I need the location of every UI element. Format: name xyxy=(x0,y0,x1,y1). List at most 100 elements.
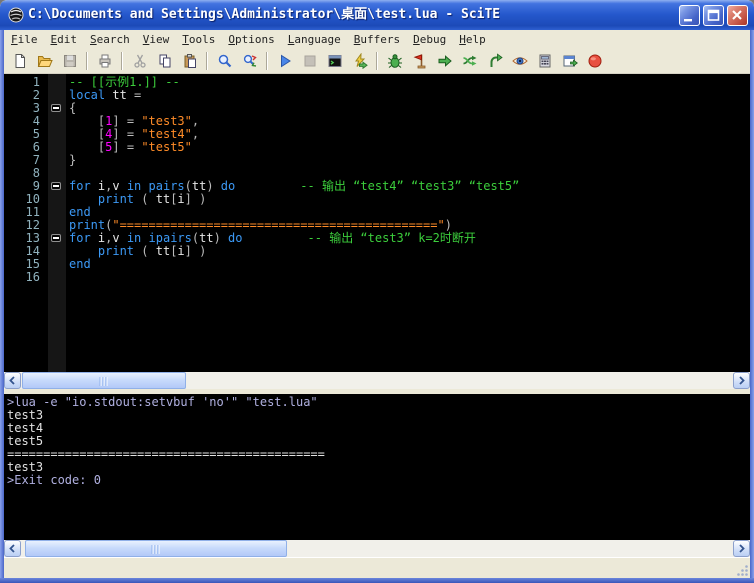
line-number: 1 xyxy=(32,75,40,89)
window-frame-right xyxy=(750,30,754,583)
toolbar-separator xyxy=(86,51,88,70)
menu-item-edit[interactable]: Edit xyxy=(51,33,78,46)
status-bar: Ln: 9 Col: 33 Sel: 0 | Saved: 2012-01-30… xyxy=(4,557,750,583)
maximize-icon xyxy=(707,9,720,21)
code-text: [5] = "test5" xyxy=(97,140,192,154)
editor-line-6[interactable]: 6 [5] = "test5" xyxy=(4,141,750,154)
line-number: 6 xyxy=(32,140,40,154)
editor-hscroll-thumb[interactable] xyxy=(22,372,186,389)
toolbar-separator xyxy=(376,51,378,70)
minimize-icon xyxy=(684,19,692,22)
window-frame-left xyxy=(0,30,4,583)
fold-cell xyxy=(48,271,66,284)
replace-icon xyxy=(243,54,257,67)
save-file-button[interactable] xyxy=(57,50,82,72)
run-button[interactable] xyxy=(272,50,297,72)
copy-icon xyxy=(159,54,170,67)
output-pane[interactable]: >lua -e "io.stdout:setvbuf 'no'" "test.l… xyxy=(4,394,750,540)
fold-cell xyxy=(48,102,66,115)
scite-app-icon[interactable] xyxy=(8,7,24,23)
compile-button[interactable] xyxy=(347,50,372,72)
fold-cell xyxy=(48,115,66,128)
fold-cell xyxy=(48,128,66,141)
fold-collapse-marker[interactable] xyxy=(51,104,61,112)
cut-icon xyxy=(133,54,146,68)
fold-cell xyxy=(48,141,66,154)
editor-hscrollbar[interactable] xyxy=(4,372,750,389)
scroll-left-button[interactable] xyxy=(4,372,21,389)
output-text-line: test3 xyxy=(7,408,44,422)
print-button[interactable] xyxy=(92,50,117,72)
open-file-button[interactable] xyxy=(32,50,57,72)
paste-button[interactable] xyxy=(177,50,202,72)
editor-line-15[interactable]: 15 end xyxy=(4,258,750,271)
stop-button[interactable] xyxy=(297,50,322,72)
line-number: 7 xyxy=(32,153,40,167)
fold-cell xyxy=(48,258,66,271)
fold-cell xyxy=(48,89,66,102)
close-button[interactable] xyxy=(727,5,748,26)
fold-collapse-marker[interactable] xyxy=(51,182,61,190)
registers-icon xyxy=(539,54,550,67)
fold-cell xyxy=(48,219,66,232)
find-button[interactable] xyxy=(212,50,237,72)
line-number: 5 xyxy=(32,127,40,141)
fold-collapse-marker[interactable] xyxy=(51,234,61,242)
new-file-icon xyxy=(15,53,25,68)
client-area: File Edit Search View Tools Options Language Bu… xyxy=(4,30,750,583)
output-hscroll-thumb[interactable] xyxy=(25,540,287,557)
scroll-right-button[interactable] xyxy=(733,372,750,389)
window-frame-bottom xyxy=(0,578,754,583)
editor-line-2[interactable]: 2 local tt = xyxy=(4,89,750,102)
step-button[interactable] xyxy=(432,50,457,72)
editor-line-10[interactable]: 10 print ( tt[i] ) xyxy=(4,193,750,206)
output-hscrollbar[interactable] xyxy=(4,540,750,557)
fold-cell xyxy=(48,76,66,89)
menu-item-language[interactable]: Language xyxy=(288,33,341,46)
inspect-button[interactable] xyxy=(507,50,532,72)
fold-cell xyxy=(48,193,66,206)
editor-line-16[interactable]: 16 xyxy=(4,271,750,284)
minimize-button[interactable] xyxy=(679,5,700,26)
breakpoint-button[interactable] xyxy=(407,50,432,72)
output-text-line: test4 xyxy=(7,421,44,435)
editor-pane[interactable]: 1 -- [[示例1.]] -- 2 local tt = 3{4 [1] = "tes… xyxy=(4,74,750,372)
paste-icon xyxy=(184,53,196,68)
title-bar[interactable]: C:\Documents and Settings\Administrator\… xyxy=(0,0,754,30)
scroll-right-button[interactable] xyxy=(733,540,750,557)
registers-button[interactable] xyxy=(532,50,557,72)
debug-output-button[interactable] xyxy=(557,50,582,72)
editor-line-14[interactable]: 14 print ( tt[i] ) xyxy=(4,245,750,258)
step-out-button[interactable] xyxy=(482,50,507,72)
step-over-button[interactable] xyxy=(457,50,482,72)
menu-item-options[interactable]: Options xyxy=(228,33,274,46)
replace-button[interactable] xyxy=(237,50,262,72)
cut-button[interactable] xyxy=(127,50,152,72)
resize-grip[interactable] xyxy=(735,563,749,577)
maximize-button[interactable] xyxy=(703,5,724,26)
menu-item-search[interactable]: Search xyxy=(90,33,130,46)
editor-line-7[interactable]: 7} xyxy=(4,154,750,167)
scroll-left-icon xyxy=(9,544,15,553)
scroll-thumb-grip xyxy=(151,545,161,554)
copy-button[interactable] xyxy=(152,50,177,72)
menu-item-debug[interactable]: Debug xyxy=(413,33,446,46)
console-button[interactable] xyxy=(322,50,347,72)
fold-cell xyxy=(48,245,66,258)
line-number: 2 xyxy=(32,88,40,102)
menu-bar: File Edit Search View Tools Options Language Bu… xyxy=(4,30,750,48)
debug-start-button[interactable] xyxy=(382,50,407,72)
menu-item-file[interactable]: File xyxy=(11,33,38,46)
code-text: } xyxy=(69,153,77,167)
new-file-button[interactable] xyxy=(7,50,32,72)
menu-item-tools[interactable]: Tools xyxy=(182,33,215,46)
menu-item-help[interactable]: Help xyxy=(459,33,486,46)
toolbar-separator xyxy=(266,51,268,70)
menu-item-view[interactable]: View xyxy=(143,33,170,46)
debug-stop-button[interactable] xyxy=(582,50,607,72)
code-text: local tt = xyxy=(69,88,142,102)
scroll-left-button[interactable] xyxy=(4,540,21,557)
scroll-left-icon xyxy=(9,376,15,385)
menu-item-buffers[interactable]: Buffers xyxy=(354,33,400,46)
